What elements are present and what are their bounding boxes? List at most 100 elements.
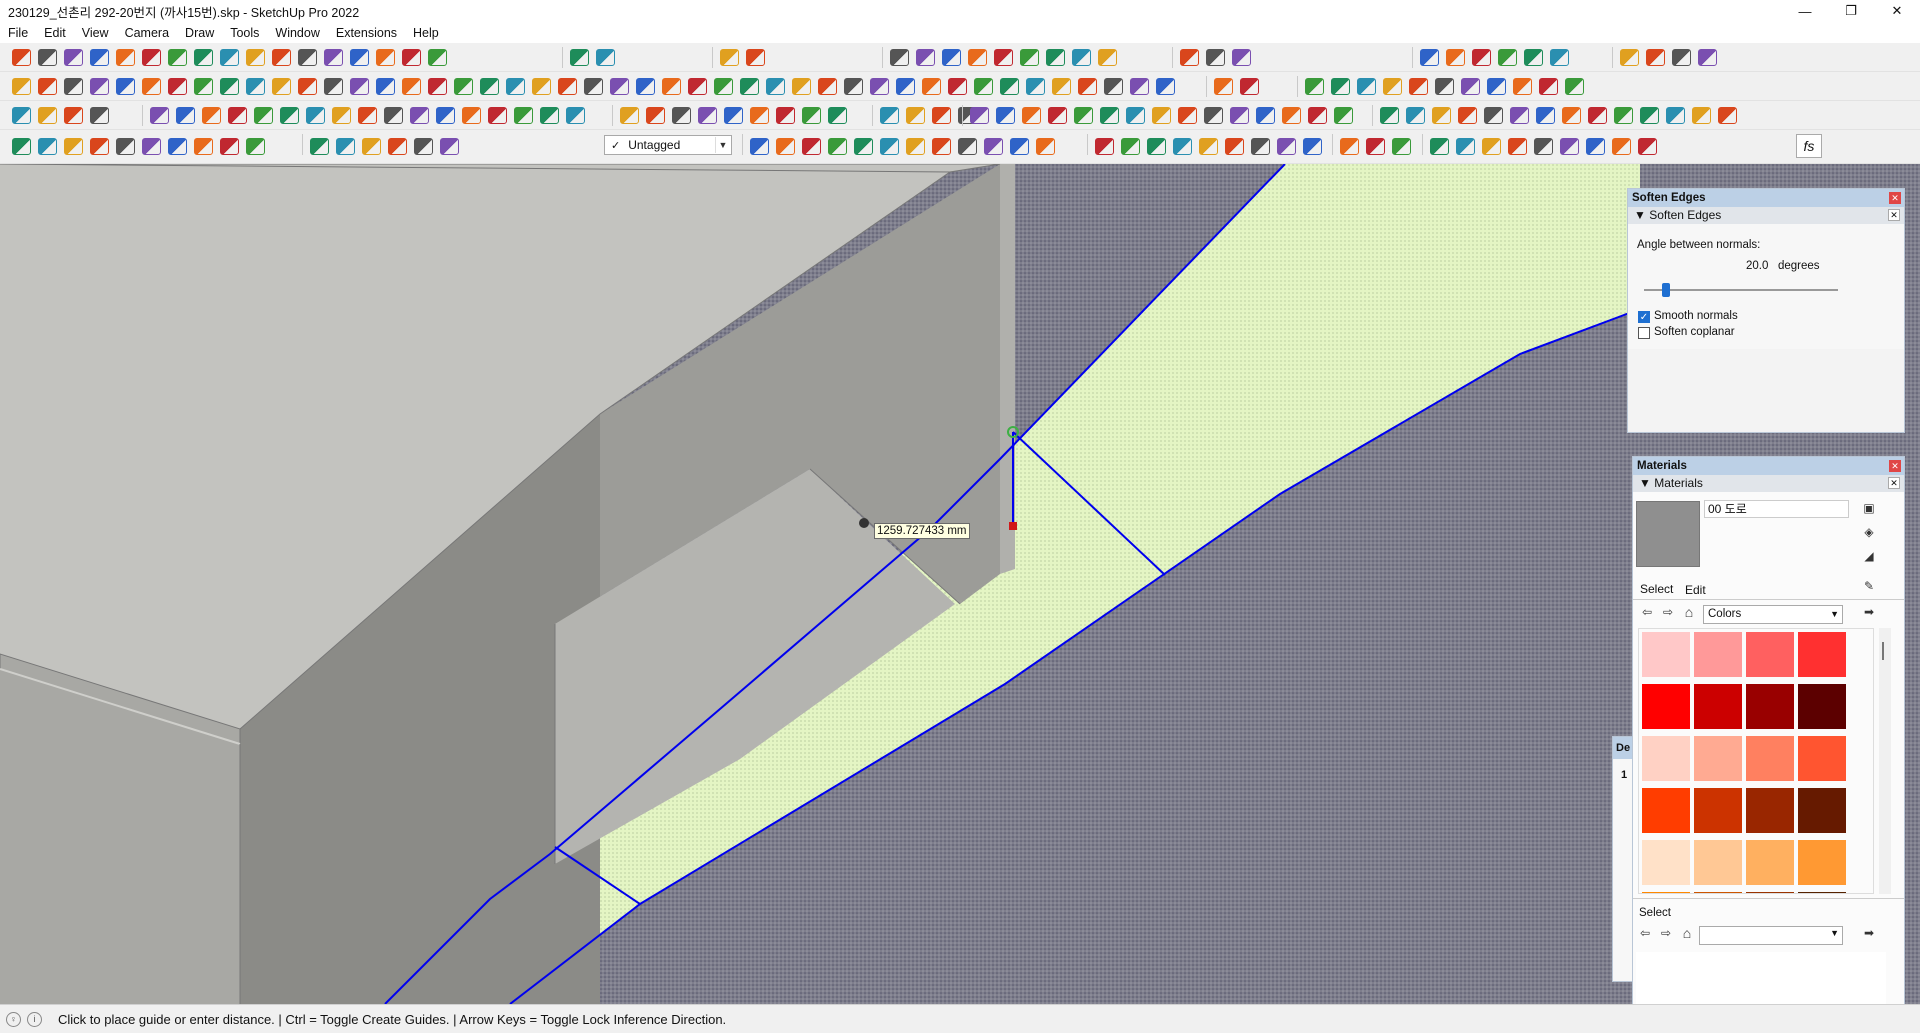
material-swatch[interactable] [1642,736,1690,781]
toolbar-tool-icon[interactable] [828,138,847,155]
minimize-button[interactable]: — [1782,0,1828,22]
material-swatch[interactable] [1798,632,1846,677]
material-swatch[interactable] [1642,840,1690,885]
toolbar-tool-icon[interactable] [168,78,187,95]
forward-arrow-icon-2[interactable]: ⇨ [1658,925,1674,941]
toolbar-tool-icon[interactable] [968,49,987,66]
material-swatch[interactable] [1642,788,1690,833]
toolbar-tool-icon[interactable] [1078,78,1097,95]
toolbar-tool-icon[interactable] [1484,107,1503,124]
material-swatch[interactable] [1642,632,1690,677]
material-swatch[interactable] [1798,840,1846,885]
toolbar-tool-icon[interactable] [1230,107,1249,124]
toolbar-tool-icon[interactable] [906,107,925,124]
tab-edit[interactable]: Edit [1685,583,1706,597]
panel-close-icon[interactable]: ✕ [1888,209,1900,221]
toolbar-tool-icon[interactable] [1178,107,1197,124]
toolbar-tool-icon[interactable] [1173,138,1192,155]
toolbar-tool-icon[interactable] [1357,78,1376,95]
toolbar-tool-icon[interactable] [1446,49,1465,66]
toolbar-tool-icon[interactable] [324,78,343,95]
toolbar-tool-icon[interactable] [1095,138,1114,155]
toolbar-tool-icon[interactable] [336,138,355,155]
toolbar-tool-icon[interactable] [176,107,195,124]
details-arrow-icon-2[interactable]: ➡ [1861,925,1877,941]
menu-extensions[interactable]: Extensions [328,26,405,40]
toolbar-tool-icon[interactable] [514,107,533,124]
toolbar-tool-icon[interactable] [202,107,221,124]
toolbar-tool-icon[interactable] [1305,78,1324,95]
material-swatch[interactable] [1694,788,1742,833]
toolbar-tool-icon[interactable] [1303,138,1322,155]
toolbar-tool-icon[interactable] [1214,78,1233,95]
eyedropper-icon[interactable]: ✎ [1861,578,1877,594]
smooth-normals-checkbox[interactable]: ✓ [1638,311,1650,323]
toolbar-tool-icon[interactable] [1614,107,1633,124]
toolbar-tool-icon[interactable] [1331,78,1350,95]
toolbar-tool-icon[interactable] [142,78,161,95]
toolbar-tool-icon[interactable] [1612,138,1631,155]
toolbar-tool-icon[interactable] [1508,138,1527,155]
toolbar-tool-icon[interactable] [1487,78,1506,95]
toolbar-tool-icon[interactable] [1666,107,1685,124]
toolbar-tool-icon[interactable] [272,78,291,95]
toolbar-tool-icon[interactable] [1048,107,1067,124]
toolbar-tool-icon[interactable] [1409,78,1428,95]
toolbar-tool-icon[interactable] [610,78,629,95]
toolbar-tool-icon[interactable] [324,49,343,66]
toolbar-tool-icon[interactable] [958,138,977,155]
menu-camera[interactable]: Camera [117,26,177,40]
toolbar-tool-icon[interactable] [1100,107,1119,124]
toolbar-tool-icon[interactable] [1022,107,1041,124]
material-preview[interactable] [1636,501,1700,567]
toolbar-tool-icon[interactable] [1046,49,1065,66]
toolbar-tool-icon[interactable] [362,138,381,155]
toolbar-tool-icon[interactable] [1498,49,1517,66]
toolbar-tool-icon[interactable] [194,49,213,66]
toolbar-tool-icon[interactable] [766,78,785,95]
toolbar-tool-icon[interactable] [228,107,247,124]
material-swatch[interactable] [1798,892,1846,893]
toolbar-tool-icon[interactable] [12,107,31,124]
instructor-info-icon[interactable]: i [27,1011,42,1027]
toolbar-tool-icon[interactable] [948,78,967,95]
toolbar-tool-icon[interactable] [1104,78,1123,95]
menu-window[interactable]: Window [267,26,327,40]
material-swatch[interactable] [1798,788,1846,833]
fs-plugin-button[interactable]: fs [1796,134,1822,158]
toolbar-tool-icon[interactable] [818,78,837,95]
material-swatch[interactable] [1746,892,1794,893]
toolbar-tool-icon[interactable] [246,78,265,95]
toolbar-tool-icon[interactable] [1156,78,1175,95]
material-swatch[interactable] [1746,840,1794,885]
toolbar-tool-icon[interactable] [194,138,213,155]
toolbar-tool-icon[interactable] [1206,49,1225,66]
toolbar-tool-icon[interactable] [540,107,559,124]
toolbar-tool-icon[interactable] [402,78,421,95]
material-swatch[interactable] [1746,684,1794,729]
library-select[interactable]: Colors ▼ [1703,605,1843,624]
toolbar-tool-icon[interactable] [246,138,265,155]
toolbar-tool-icon[interactable] [1435,78,1454,95]
toolbar-tool-icon[interactable] [90,78,109,95]
toolbar-tool-icon[interactable] [802,107,821,124]
toolbar-tool-icon[interactable] [1052,78,1071,95]
menu-help[interactable]: Help [405,26,447,40]
swatch-scrollbar[interactable] [1879,628,1891,894]
toolbar-tool-icon[interactable] [1698,49,1717,66]
toolbar-tool-icon[interactable] [12,138,31,155]
toolbar-tool-icon[interactable] [1560,138,1579,155]
toolbar-tool-icon[interactable] [306,107,325,124]
toolbar-tool-icon[interactable] [428,49,447,66]
toolbar-tool-icon[interactable] [620,107,639,124]
menu-tools[interactable]: Tools [222,26,267,40]
material-swatch[interactable] [1746,736,1794,781]
toolbar-tool-icon[interactable] [1340,138,1359,155]
toolbar-tool-icon[interactable] [906,138,925,155]
toolbar-tool-icon[interactable] [428,78,447,95]
toolbar-tool-icon[interactable] [1536,107,1555,124]
toolbar-tool-icon[interactable] [116,49,135,66]
toolbar-tool-icon[interactable] [646,107,665,124]
toolbar-tool-icon[interactable] [168,138,187,155]
toolbar-tool-icon[interactable] [280,107,299,124]
